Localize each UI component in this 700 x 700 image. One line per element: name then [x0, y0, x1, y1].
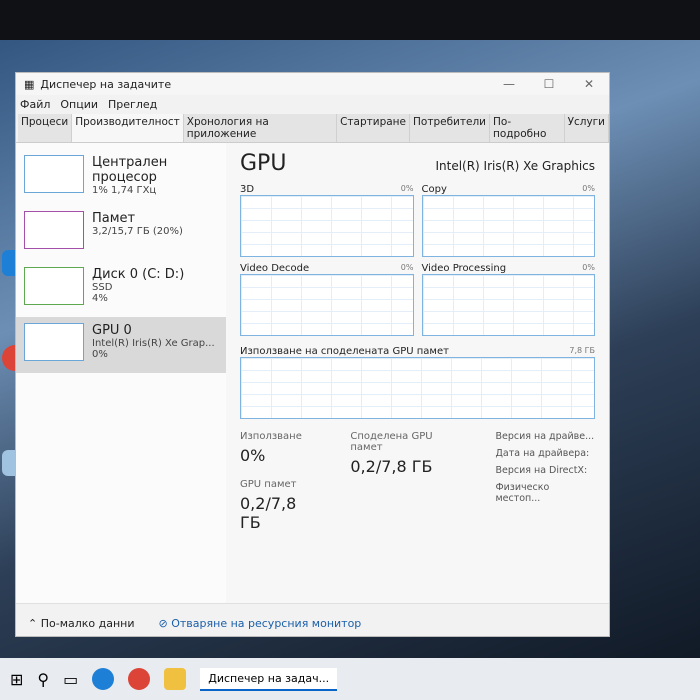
menu-file[interactable]: Файл — [20, 98, 50, 111]
edge-icon[interactable] — [92, 668, 115, 690]
usage-value: 0% — [240, 446, 266, 465]
tab-processes[interactable]: Процеси — [18, 114, 73, 142]
gpu-memory-label: GPU памет — [240, 479, 297, 490]
shared-memory-value: 0,2/7,8 ГБ — [350, 457, 433, 476]
tab-users[interactable]: Потребители — [410, 114, 490, 142]
memory-sub: 3,2/15,7 ГБ (20%) — [92, 226, 183, 237]
menu-bar: Файл Опции Преглед — [16, 95, 609, 114]
file-explorer-icon[interactable] — [164, 668, 187, 690]
menu-options[interactable]: Опции — [60, 98, 98, 111]
sidebar-item-gpu[interactable]: GPU 0 Intel(R) Iris(R) Xe Grap... 0% — [16, 317, 226, 373]
graph-video-processing — [421, 274, 595, 336]
directx-version-label: Версия на DirectX: — [495, 465, 588, 476]
tab-services[interactable]: Услуги — [564, 114, 609, 142]
sidebar-item-memory[interactable]: Памет 3,2/15,7 ГБ (20%) — [16, 205, 226, 261]
shared-memory-graph-label: Използване на споделената GPU памет — [240, 346, 449, 357]
tab-bar: Процеси Производителност Хронология на п… — [16, 114, 609, 143]
tab-app-history[interactable]: Хронология на приложение — [183, 114, 338, 142]
panel-title: GPU — [240, 151, 287, 176]
disk-thumbnail-graph — [24, 267, 84, 305]
gpu-thumbnail-graph — [24, 323, 84, 361]
gpu-title: GPU 0 — [92, 323, 132, 338]
resource-monitor-icon: ⊘ — [158, 617, 168, 630]
app-icon: ▦ — [24, 77, 35, 91]
gpu-sub: Intel(R) Iris(R) Xe Grap... — [92, 338, 215, 349]
graph-video-decode-label[interactable]: Video Decode — [240, 263, 309, 274]
fewer-details-button[interactable]: ⌃ По-малко данни — [28, 617, 135, 630]
driver-date-label: Дата на драйвера: — [495, 448, 590, 459]
disk-usage: 4% — [92, 293, 108, 304]
tab-startup[interactable]: Стартиране — [337, 114, 411, 142]
open-resource-monitor-link[interactable]: ⊘ Отваряне на ресурсния монитор — [159, 617, 362, 630]
graph-3d-pct: 0% — [400, 184, 414, 193]
start-icon[interactable]: ⊞ — [10, 670, 23, 689]
taskbar-task-manager[interactable]: Диспечер на задач... — [200, 667, 338, 691]
graph-copy-pct: 0% — [582, 184, 595, 193]
graph-3d-label[interactable]: 3D — [240, 184, 254, 195]
fewer-details-label: По-малко данни — [40, 617, 135, 630]
gpu-usage: 0% — [92, 349, 108, 360]
graph-video-processing-pct: 0% — [582, 263, 595, 272]
gpu-panel: GPU Intel(R) Iris(R) Xe Graphics 3D 0% Cop… — [226, 143, 609, 603]
chrome-icon[interactable] — [128, 668, 151, 690]
graph-video-processing-label[interactable]: Video Processing — [422, 263, 507, 274]
title-bar: ▦ Диспечер на задачите — ☐ ✕ — [16, 73, 609, 95]
window-title: Диспечер на задачите — [40, 77, 172, 91]
tab-performance[interactable]: Производителност — [72, 114, 184, 142]
gpu-info: Версия на драйве... Дата на драйвера: Верс… — [495, 431, 595, 532]
memory-thumbnail-graph — [24, 211, 84, 249]
shared-memory-graph — [240, 357, 595, 419]
shared-memory-max: 7,8 ГБ — [569, 346, 595, 355]
sidebar-item-cpu[interactable]: Централен процесор 1% 1,74 ГХц — [16, 149, 226, 205]
sidebar-item-disk[interactable]: Диск 0 (C: D:) SSD 4% — [16, 261, 226, 317]
screen-bezel — [0, 0, 700, 40]
shared-memory-label: Споделена GPU памет — [350, 431, 433, 453]
menu-view[interactable]: Преглед — [108, 98, 157, 111]
memory-title: Памет — [92, 211, 136, 226]
close-button[interactable]: ✕ — [569, 77, 609, 91]
taskbar: ⊞ ⚲ ▭ Диспечер на задач... — [0, 658, 700, 700]
physical-location-label: Физическо местоп... — [495, 482, 550, 504]
disk-sub: SSD — [92, 282, 113, 293]
cpu-title: Централен процесор — [92, 155, 168, 185]
tab-details[interactable]: По-подробно — [490, 114, 565, 142]
graph-video-decode — [240, 274, 414, 336]
search-icon[interactable]: ⚲ — [37, 670, 49, 689]
resource-monitor-label: Отваряне на ресурсния монитор — [171, 617, 362, 630]
graph-copy-label[interactable]: Copy — [422, 184, 447, 195]
graph-3d — [240, 195, 414, 257]
gpu-memory-value: 0,2/7,8 ГБ — [240, 494, 297, 532]
minimize-button[interactable]: — — [489, 77, 529, 91]
maximize-button[interactable]: ☐ — [529, 77, 569, 91]
cpu-sub: 1% 1,74 ГХц — [92, 185, 157, 196]
disk-title: Диск 0 (C: D:) — [92, 267, 185, 282]
task-manager-window: ▦ Диспечер на задачите — ☐ ✕ Файл Опции Пр… — [15, 72, 610, 637]
chevron-up-icon: ⌃ — [28, 617, 38, 630]
gpu-device-name: Intel(R) Iris(R) Xe Graphics — [435, 159, 595, 173]
driver-version-label: Версия на драйве... — [495, 431, 595, 442]
task-view-icon[interactable]: ▭ — [63, 670, 78, 689]
resource-sidebar: Централен процесор 1% 1,74 ГХц Памет 3,2/1… — [16, 143, 226, 603]
cpu-thumbnail-graph — [24, 155, 84, 193]
graph-copy — [421, 195, 595, 257]
graph-video-decode-pct: 0% — [400, 263, 414, 272]
usage-label: Използване — [240, 431, 302, 442]
